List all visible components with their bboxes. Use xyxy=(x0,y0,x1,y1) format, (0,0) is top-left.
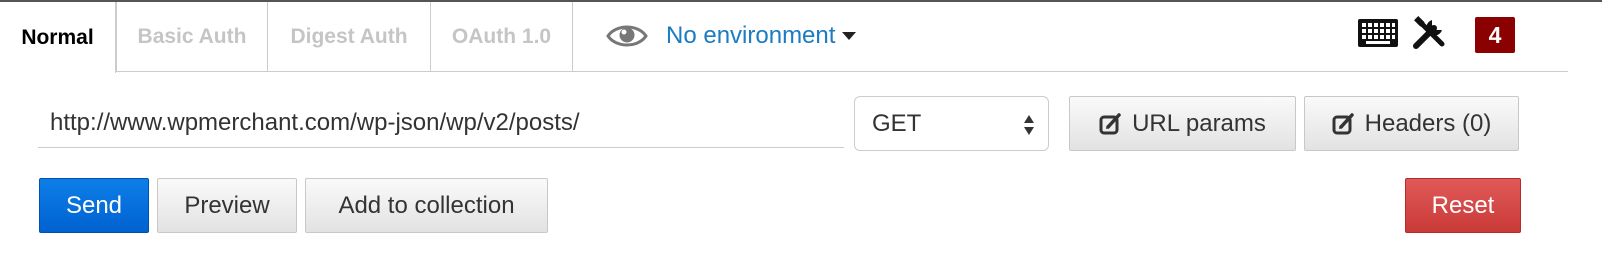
reset-button[interactable]: Reset xyxy=(1405,178,1521,233)
url-params-button[interactable]: URL params xyxy=(1069,96,1296,151)
caret-down-icon xyxy=(842,32,857,40)
select-arrows-icon xyxy=(1024,115,1034,135)
eye-icon xyxy=(606,25,648,47)
method-value: GET xyxy=(872,109,922,137)
tab-oauth[interactable]: OAuth 1.0 xyxy=(430,2,573,72)
method-select[interactable]: GET xyxy=(854,96,1049,151)
environment-selector[interactable]: No environment xyxy=(606,16,857,56)
environment-label: No environment xyxy=(666,22,836,49)
send-button[interactable]: Send xyxy=(39,178,149,233)
edit-icon xyxy=(1099,112,1121,134)
preview-button[interactable]: Preview xyxy=(157,178,297,233)
keyboard-icon[interactable] xyxy=(1357,18,1399,48)
edit-icon xyxy=(1332,112,1354,134)
notification-badge[interactable]: 4 xyxy=(1475,17,1515,53)
auth-tabs-bar: Normal Basic Auth Digest Auth OAuth 1.0 … xyxy=(0,2,1602,73)
headers-label: Headers (0) xyxy=(1364,109,1492,137)
url-params-label: URL params xyxy=(1132,109,1266,137)
tab-normal[interactable]: Normal xyxy=(0,2,116,73)
url-input[interactable] xyxy=(38,98,844,148)
add-to-collection-button[interactable]: Add to collection xyxy=(305,178,548,233)
tab-basic-auth[interactable]: Basic Auth xyxy=(116,2,267,72)
headers-button[interactable]: Headers (0) xyxy=(1304,96,1519,151)
tools-icon[interactable] xyxy=(1412,16,1446,50)
tab-digest-auth[interactable]: Digest Auth xyxy=(267,2,430,72)
